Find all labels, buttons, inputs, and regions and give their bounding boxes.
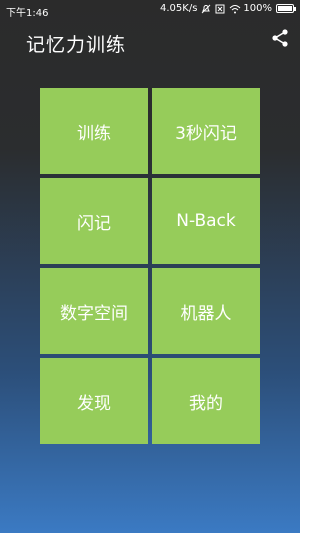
tile-n-back[interactable]: N-Back [152,178,260,264]
status-bar: 下午1:46 4.05K/s 100% [0,0,300,20]
share-icon [272,29,288,47]
tile-training[interactable]: 训练 [40,88,148,174]
tile-discover[interactable]: 发现 [40,358,148,444]
app-header: 记忆力训练 [0,22,300,64]
battery-fill [278,6,292,11]
network-speed: 4.05K/s [160,3,198,14]
tile-robot[interactable]: 机器人 [152,268,260,354]
battery-icon [276,4,296,13]
menu-grid: 训练 3秒闪记 闪记 N-Back 数字空间 机器人 发现 我的 [40,88,260,444]
status-time: 下午1:46 [6,8,49,19]
tile-flash-memory[interactable]: 闪记 [40,178,148,264]
app-screen: 下午1:46 4.05K/s 100% 记忆力训练 训练 3秒闪记 闪记 N-B… [0,0,300,533]
tile-profile[interactable]: 我的 [152,358,260,444]
status-icons: 4.05K/s 100% [160,3,296,14]
battery-percent: 100% [243,3,272,14]
wifi-icon [229,4,241,14]
sim-icon [215,4,225,14]
share-button[interactable] [270,28,290,48]
tile-digit-span[interactable]: 数字空间 [40,268,148,354]
page-title: 记忆力训练 [26,34,127,56]
alarm-icon [201,4,211,14]
tile-3-second-flash[interactable]: 3秒闪记 [152,88,260,174]
